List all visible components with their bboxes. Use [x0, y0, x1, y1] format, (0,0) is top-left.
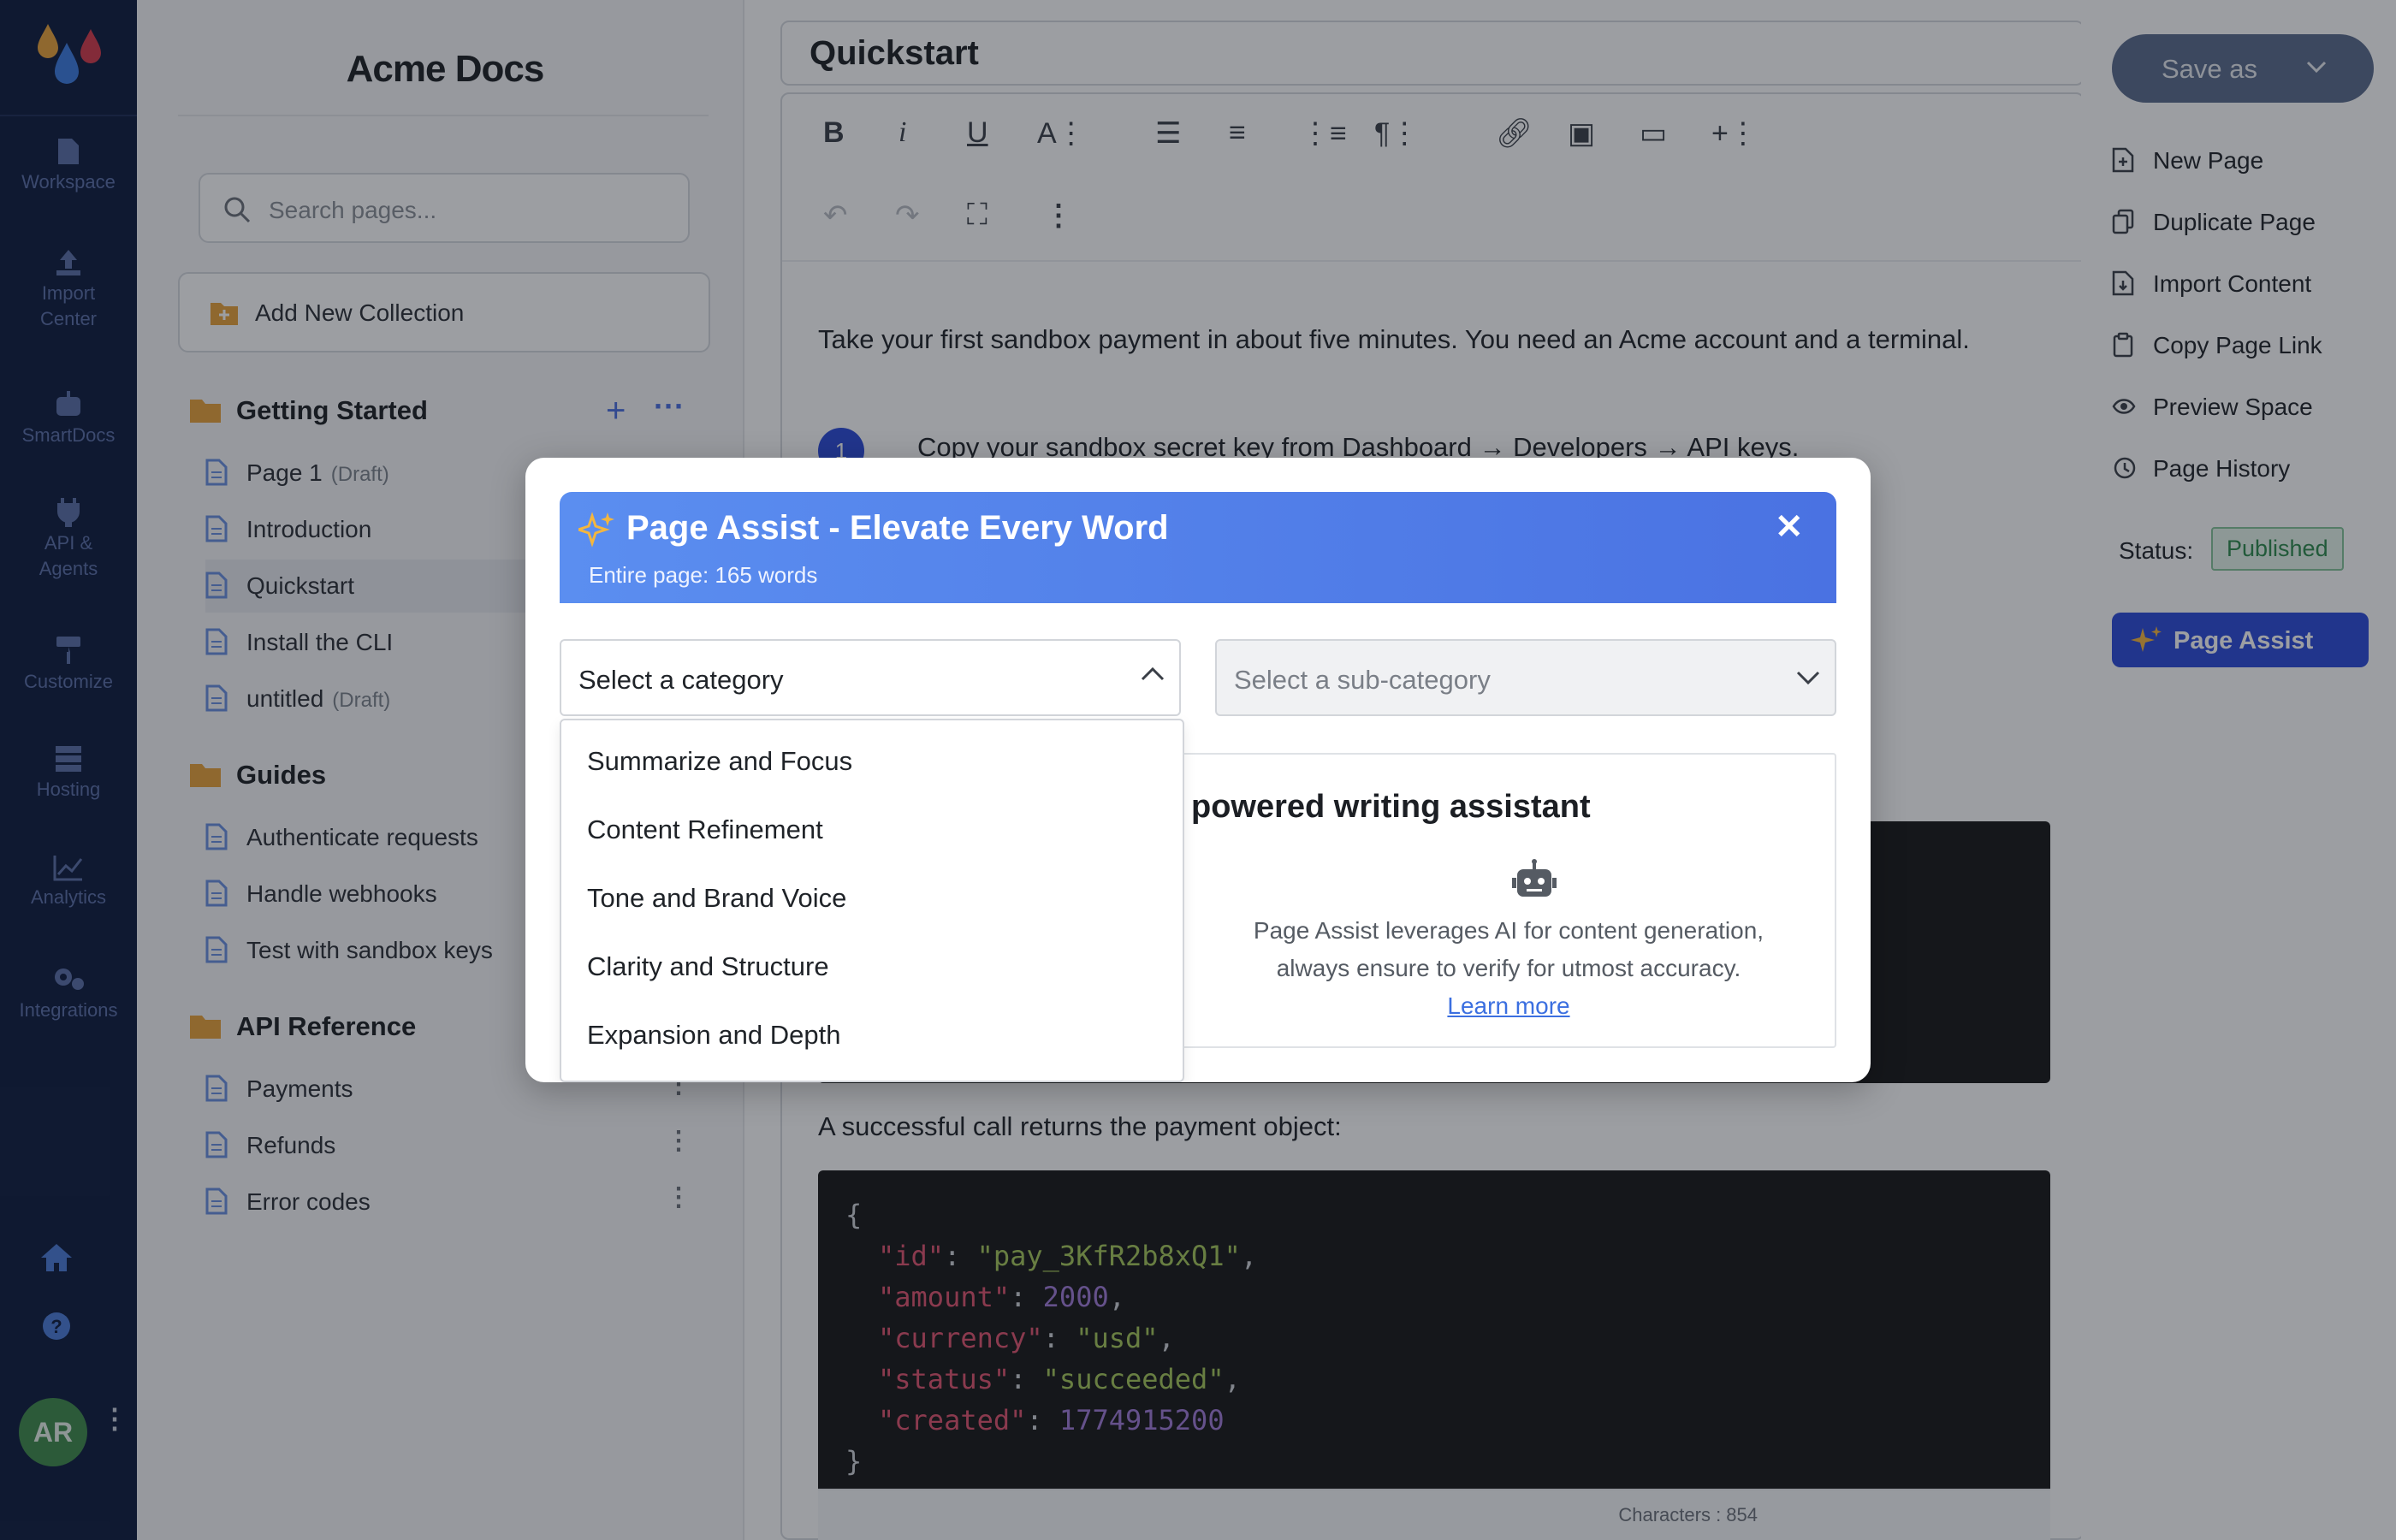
category-option-expansion-depth[interactable]: Expansion and Depth — [587, 1020, 840, 1051]
sub-category-select[interactable]: Select a sub-category — [1215, 639, 1836, 716]
category-option-content-refinement[interactable]: Content Refinement — [587, 814, 823, 845]
chevron-up-icon — [1141, 666, 1165, 681]
learn-more-link[interactable]: Learn more — [1183, 987, 1835, 1025]
chevron-down-icon — [1796, 671, 1820, 685]
category-option-tone-brand-voice[interactable]: Tone and Brand Voice — [587, 883, 846, 914]
assistant-info-panel: powered writing assistant Page Assist le… — [1181, 753, 1836, 1048]
modal-header: Page Assist - Elevate Every Word Entire … — [560, 492, 1836, 603]
category-dropdown-list: Summarize and Focus Content Refinement T… — [560, 719, 1184, 1082]
page-assist-modal: Page Assist - Elevate Every Word Entire … — [525, 458, 1871, 1082]
word-count: Entire page: 165 words — [589, 562, 818, 588]
category-option-clarity-structure[interactable]: Clarity and Structure — [587, 951, 829, 982]
close-icon[interactable]: ✕ — [1775, 507, 1804, 547]
category-option-summarize[interactable]: Summarize and Focus — [587, 746, 852, 777]
assistant-heading: powered writing assistant — [1191, 789, 1591, 825]
sparkles-icon — [578, 512, 614, 548]
assistant-disclaimer: Page Assist leverages AI for content gen… — [1183, 912, 1835, 1025]
robot-icon — [1512, 859, 1557, 897]
modal-title: Page Assist - Elevate Every Word — [626, 509, 1169, 547]
category-select[interactable]: Select a category — [560, 639, 1181, 716]
